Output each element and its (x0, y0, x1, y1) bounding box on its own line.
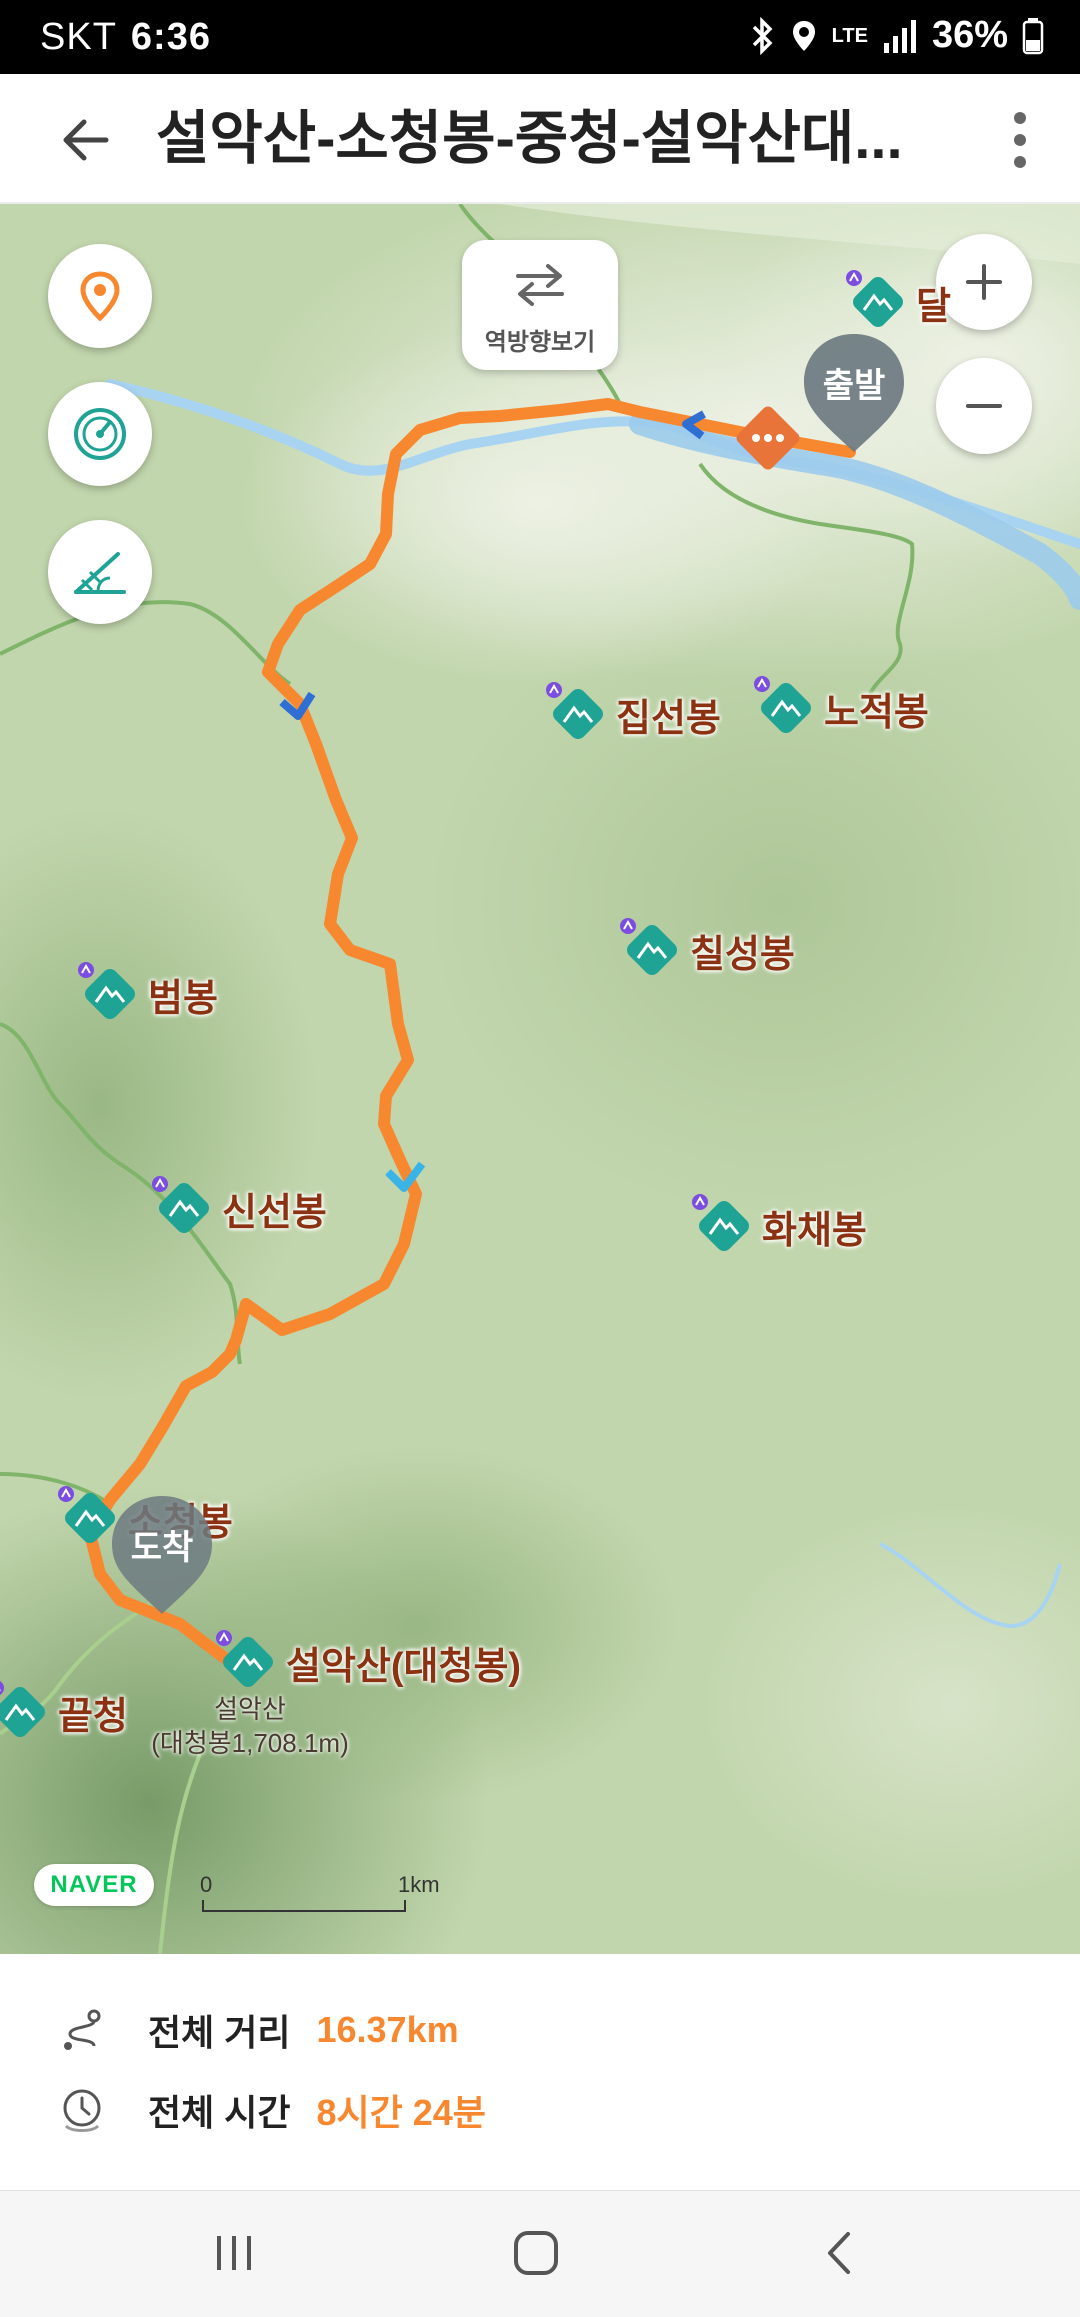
mountain-icon (690, 1192, 758, 1260)
battery-icon (1022, 17, 1044, 54)
peak-label[interactable]: 달 (844, 268, 951, 336)
peak-label[interactable]: 설악산(대청봉) (214, 1628, 521, 1696)
mountain-icon (752, 674, 820, 742)
recent-apps-button[interactable] (194, 2221, 274, 2285)
time-row: 전체 시간 8시간 24분 (58, 2084, 486, 2136)
start-label: 출발 (822, 367, 886, 405)
end-label: 도착 (130, 1529, 194, 1567)
speedometer-icon (74, 408, 126, 460)
location-pin-icon (80, 271, 120, 322)
naver-logo: NAVER (34, 1864, 154, 1906)
back-icon (828, 2232, 850, 2274)
zoom-out-button[interactable] (936, 358, 1032, 454)
summit-elevation: (대청봉1,708.1m) (151, 1728, 349, 1758)
signal-icon (883, 19, 916, 53)
end-marker[interactable]: 도착 (108, 1490, 216, 1620)
status-bar: SKT 6:36 LTE 36% (0, 0, 1080, 74)
peak-name: 화채봉 (762, 1209, 867, 1252)
scale-line (202, 1900, 406, 1912)
mountain-icon (0, 1678, 54, 1746)
battery-percent: 36% (931, 14, 1008, 56)
peak-label[interactable]: 화채봉 (690, 1192, 867, 1260)
peak-label[interactable]: 끝청 (0, 1678, 128, 1746)
system-back-button[interactable] (800, 2221, 880, 2285)
more-vertical-icon (1014, 112, 1026, 168)
start-marker[interactable]: 출발 (800, 328, 908, 458)
back-button[interactable] (56, 108, 120, 172)
distance-value: 16.37km (316, 2009, 459, 2050)
time-label: 전체 시간 (148, 2092, 291, 2133)
my-location-button[interactable] (48, 244, 152, 348)
peak-label[interactable]: 범봉 (76, 960, 218, 1028)
mountain-icon (544, 680, 612, 748)
scale-bar: 0 1km (200, 1872, 440, 1912)
peak-name: 범봉 (148, 977, 218, 1020)
arrow-left-icon (63, 119, 109, 161)
mountain-icon (214, 1628, 282, 1696)
distance-row: 전체 거리 16.37km (58, 2004, 459, 2056)
mountain-icon (844, 268, 912, 336)
scale-start: 0 (200, 1872, 213, 1897)
mountain-icon (150, 1174, 218, 1242)
distance-label: 전체 거리 (148, 2012, 291, 2053)
peak-name: 끝청 (58, 1695, 128, 1738)
peak-name: 칠성봉 (690, 933, 795, 976)
app-header: 설악산-소청봉-중청-설악산대... (0, 74, 1080, 204)
summit-detail-label: 설악산 (대청봉1,708.1m) (130, 1692, 370, 1760)
clock-icon (63, 2089, 101, 2132)
bluetooth-icon (752, 16, 773, 55)
summit-name: 설악산 (214, 1694, 286, 1724)
peak-label[interactable]: 신선봉 (150, 1174, 327, 1242)
home-icon (514, 2231, 558, 2275)
plus-icon (966, 264, 1002, 300)
time-value: 8시간 24분 (316, 2092, 486, 2133)
minus-icon (966, 404, 1002, 408)
system-nav-bar (0, 2190, 1080, 2317)
elevation-button[interactable] (48, 520, 152, 624)
route-summary: 전체 거리 16.37km 전체 시간 8시간 24분 (0, 1954, 1080, 2186)
mountain-icon (618, 916, 686, 984)
scale-end: 1km (398, 1872, 440, 1897)
speed-button[interactable] (48, 382, 152, 486)
page-title: 설악산-소청봉-중청-설악산대... (156, 106, 903, 171)
reverse-direction-label: 역방향보기 (484, 329, 596, 356)
route-icon (64, 2009, 101, 2050)
peak-label[interactable]: 집선봉 (544, 680, 721, 748)
peak-label[interactable]: 칠성봉 (618, 916, 795, 984)
reverse-direction-button[interactable]: 역방향보기 (462, 240, 618, 370)
map-view[interactable]: 역방향보기 달 집선봉 노적봉 칠성봉 범봉 신선봉 화채봉 소청봉 (0, 204, 1080, 1954)
carrier-label: SKT (40, 16, 117, 58)
lte-icon: LTE (831, 24, 868, 47)
slope-icon (74, 552, 126, 594)
peak-name: 노적봉 (824, 691, 929, 734)
peak-name: 신선봉 (222, 1191, 327, 1234)
home-button[interactable] (496, 2221, 576, 2285)
mountain-icon (76, 960, 144, 1028)
peak-name: 달 (916, 285, 951, 328)
recent-apps-icon (217, 2236, 251, 2270)
swap-icon (516, 264, 564, 306)
peak-name: 설악산(대청봉) (286, 1645, 522, 1688)
peak-label[interactable]: 노적봉 (752, 674, 929, 742)
location-icon (792, 20, 815, 51)
peak-name: 집선봉 (616, 697, 721, 740)
clock: 6:36 (130, 16, 211, 58)
more-options-button[interactable] (990, 104, 1050, 176)
